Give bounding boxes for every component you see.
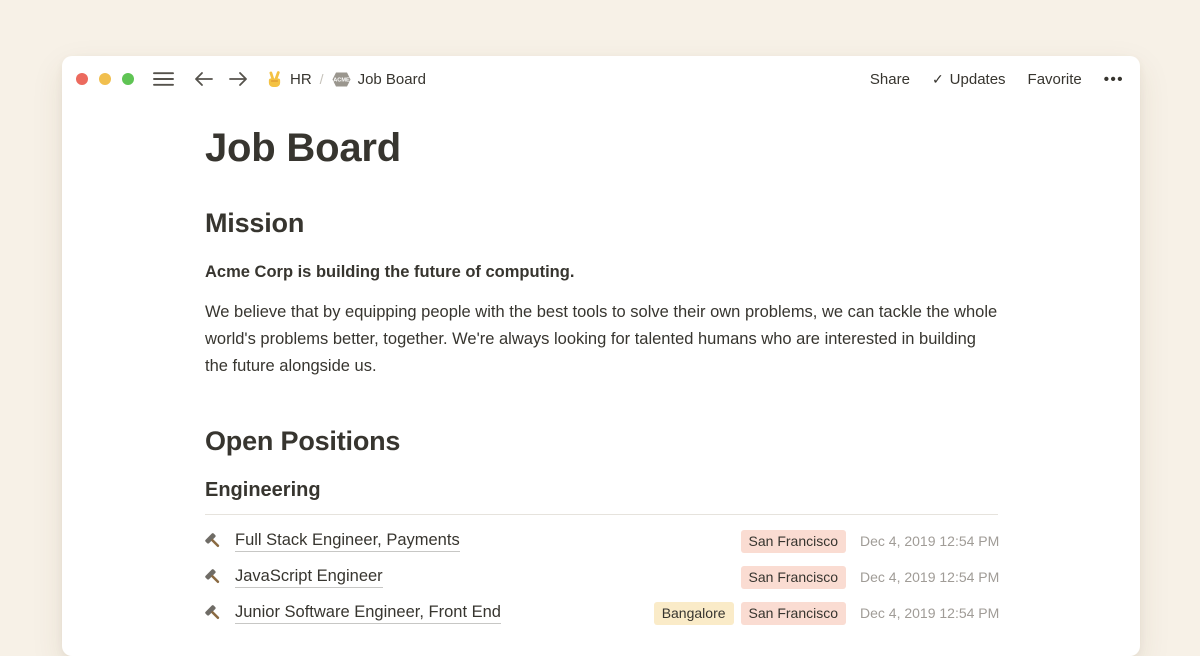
location-tag: San Francisco <box>741 530 846 553</box>
hammer-icon <box>205 568 223 586</box>
job-link[interactable]: Junior Software Engineer, Front End <box>235 603 501 624</box>
location-tag: Bangalore <box>654 602 734 625</box>
hammer-icon <box>205 604 223 622</box>
zoom-window-button[interactable] <box>122 73 134 85</box>
job-date: Dec 4, 2019 12:54 PM <box>860 569 998 585</box>
breadcrumb-separator: / <box>320 71 324 87</box>
page-content: Job Board Mission Acme Corp is building … <box>62 124 1140 631</box>
location-tag: San Francisco <box>741 602 846 625</box>
mission-body: We believe that by equipping people with… <box>205 299 998 380</box>
window-topbar: HR / ACME Job Board Share ✓ Updates Favo… <box>62 56 1140 98</box>
svg-text:ACME: ACME <box>333 77 350 83</box>
share-button[interactable]: Share <box>870 71 910 88</box>
topbar-actions: Share ✓ Updates Favorite ••• <box>870 71 1124 88</box>
app-window: HR / ACME Job Board Share ✓ Updates Favo… <box>62 56 1140 656</box>
forward-arrow-icon[interactable] <box>226 71 251 87</box>
mission-lead: Acme Corp is building the future of comp… <box>205 259 998 285</box>
check-icon: ✓ <box>932 71 944 88</box>
job-link[interactable]: Full Stack Engineer, Payments <box>235 531 460 552</box>
breadcrumb: HR / ACME Job Board <box>266 71 426 88</box>
page-title: Job Board <box>205 124 998 172</box>
job-tags: Bangalore San Francisco <box>654 602 846 625</box>
job-row: Junior Software Engineer, Front End Bang… <box>205 595 998 631</box>
job-tags: San Francisco <box>741 530 846 553</box>
job-date: Dec 4, 2019 12:54 PM <box>860 533 998 549</box>
back-arrow-icon[interactable] <box>191 71 216 87</box>
hammer-icon <box>205 532 223 550</box>
mission-heading: Mission <box>205 208 998 239</box>
close-window-button[interactable] <box>76 73 88 85</box>
minimize-window-button[interactable] <box>99 73 111 85</box>
job-row: JavaScript Engineer San Francisco Dec 4,… <box>205 559 998 595</box>
location-tag: San Francisco <box>741 566 846 589</box>
updates-button[interactable]: ✓ Updates <box>932 71 1006 88</box>
job-link[interactable]: JavaScript Engineer <box>235 567 383 588</box>
job-tags: San Francisco <box>741 566 846 589</box>
history-nav <box>191 71 251 87</box>
job-date: Dec 4, 2019 12:54 PM <box>860 605 998 621</box>
open-positions-heading: Open Positions <box>205 426 998 457</box>
victory-hand-icon <box>266 71 283 88</box>
more-options-button[interactable]: ••• <box>1104 71 1124 88</box>
sidebar-menu-icon[interactable] <box>150 71 177 87</box>
breadcrumb-workspace[interactable]: HR <box>290 71 312 88</box>
engineering-group-heading: Engineering <box>205 479 998 515</box>
window-controls <box>76 73 134 85</box>
job-list: Full Stack Engineer, Payments San Franci… <box>205 523 998 631</box>
job-row: Full Stack Engineer, Payments San Franci… <box>205 523 998 559</box>
favorite-button[interactable]: Favorite <box>1028 71 1082 88</box>
breadcrumb-page[interactable]: Job Board <box>358 71 426 88</box>
acme-badge-icon: ACME <box>332 71 351 88</box>
